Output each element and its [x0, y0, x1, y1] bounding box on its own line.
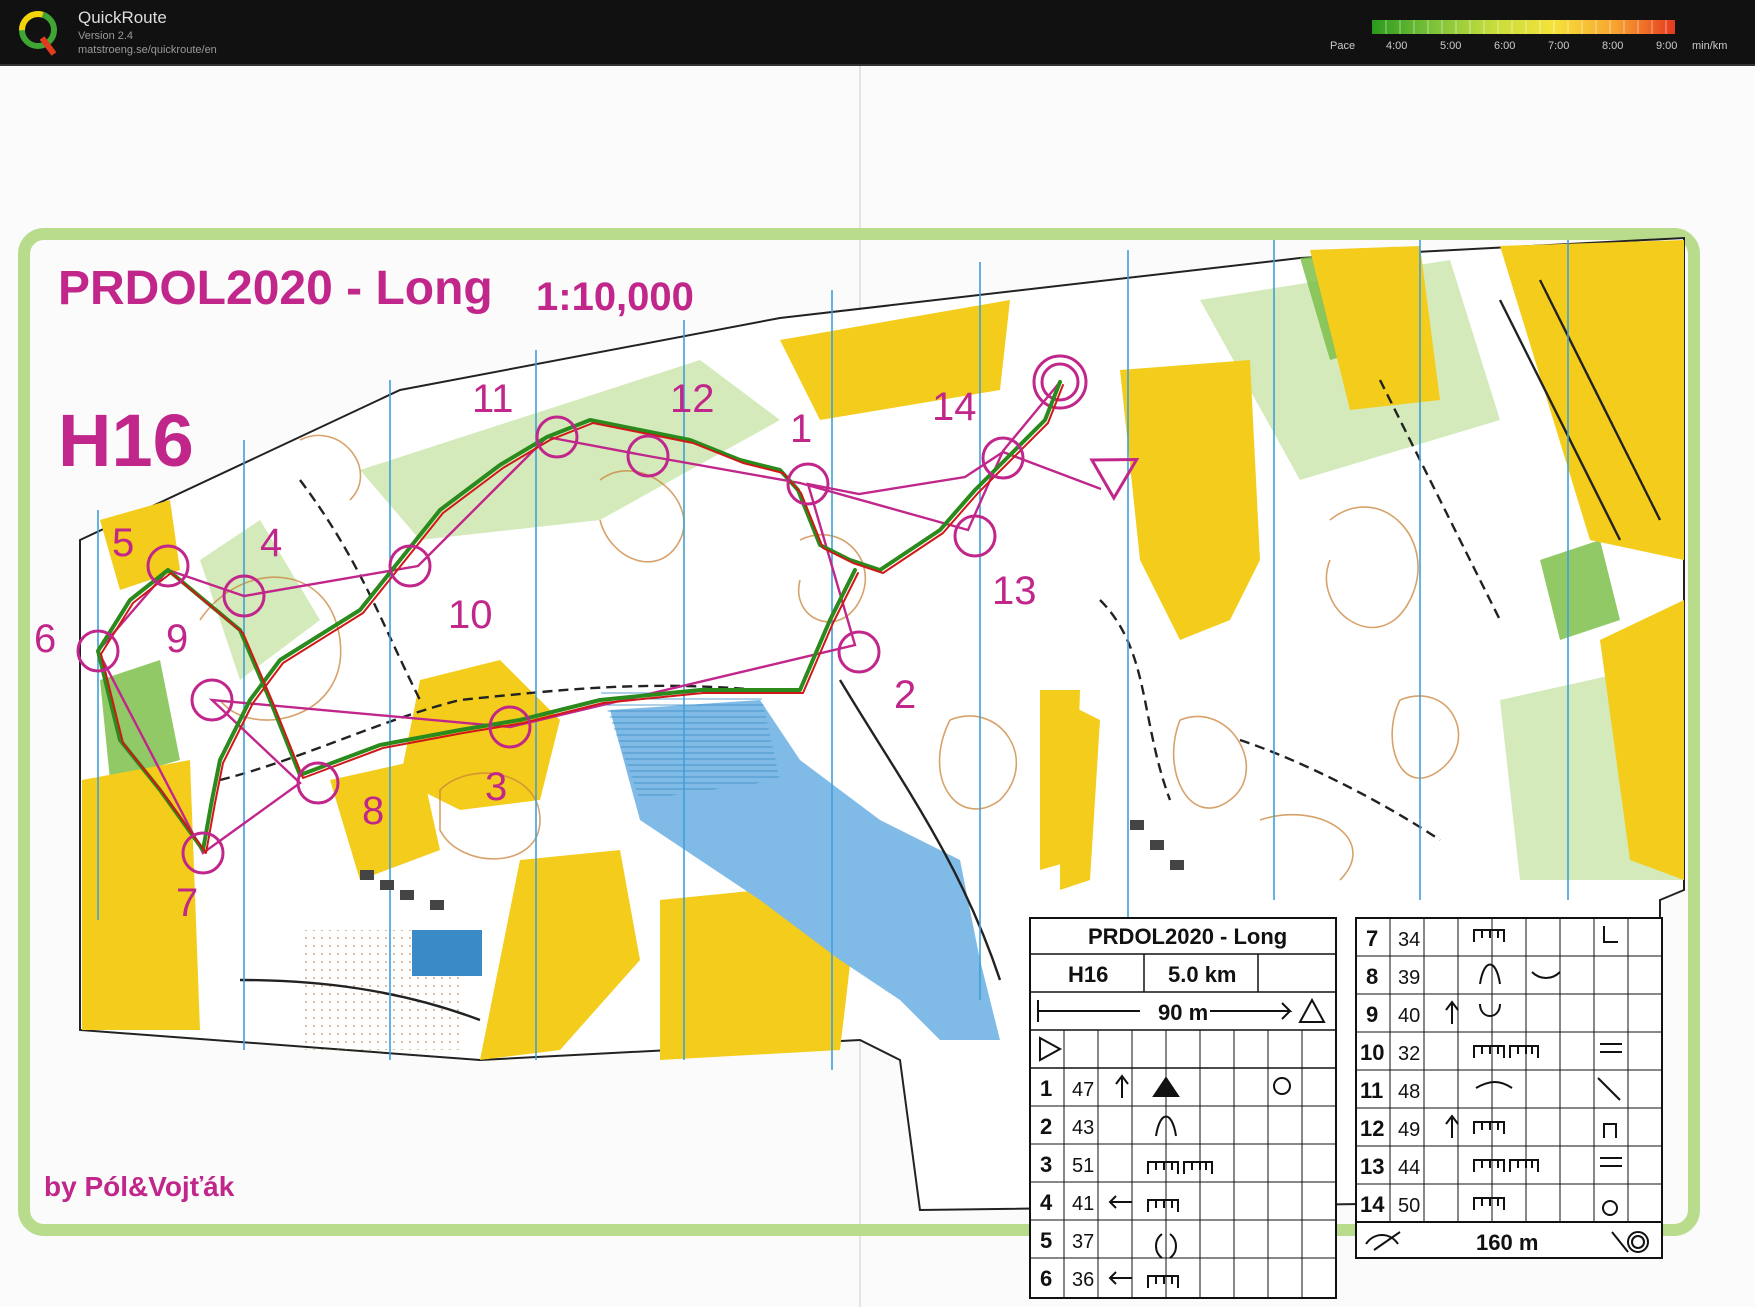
row-10-no: 10 [1360, 1040, 1384, 1065]
row-8-no: 8 [1366, 964, 1378, 989]
pace-tick-4: 8:00 [1602, 40, 1624, 52]
row-3-code: 51 [1072, 1155, 1094, 1177]
control-14-number: 14 [932, 385, 977, 429]
map-scale: 1:10,000 [536, 275, 694, 319]
row-5-code: 37 [1072, 1231, 1094, 1253]
control-9-number: 9 [166, 617, 188, 661]
control-12-number: 12 [670, 377, 715, 421]
app-header: QuickRoute Version 2.4 matstroeng.se/qui… [0, 0, 1755, 66]
control-8-number: 8 [362, 789, 384, 833]
row-13-no: 13 [1360, 1154, 1384, 1179]
map-credit: by Pól&Vojťák [44, 1171, 235, 1202]
row-1-code: 47 [1072, 1079, 1094, 1101]
row-5-no: 5 [1040, 1228, 1052, 1253]
control-4-number: 4 [260, 521, 282, 565]
app-name: QuickRoute [78, 8, 167, 27]
row-9-no: 9 [1366, 1002, 1378, 1027]
sheet-title: PRDOL2020 - Long [1088, 924, 1287, 949]
row-7-code: 34 [1398, 929, 1420, 951]
row-12-code: 49 [1398, 1119, 1420, 1141]
app-version: Version 2.4 [78, 30, 134, 42]
sheet-start-leg: 90 m [1158, 1000, 1208, 1025]
control-5-number: 5 [112, 521, 134, 565]
app-url[interactable]: matstroeng.se/quickroute/en [78, 44, 217, 56]
row-10-code: 32 [1398, 1043, 1420, 1065]
control-1-number: 1 [790, 407, 812, 451]
control-7-number: 7 [176, 881, 198, 925]
control-11-number: 11 [472, 377, 514, 421]
row-1-no: 1 [1040, 1076, 1052, 1101]
pace-gradient-bar [1372, 20, 1675, 34]
quickroute-logo-icon [19, 11, 57, 56]
row-4-code: 41 [1072, 1193, 1094, 1215]
row-2-no: 2 [1040, 1114, 1052, 1139]
row-14-code: 50 [1398, 1195, 1420, 1217]
row-14-no: 14 [1360, 1192, 1385, 1217]
row-9-code: 40 [1398, 1005, 1420, 1027]
pace-unit: min/km [1692, 40, 1728, 52]
row-11-no: 11 [1360, 1078, 1383, 1103]
control-13-number: 13 [992, 569, 1037, 613]
pace-tick-1: 5:00 [1440, 40, 1462, 52]
pace-tick-3: 7:00 [1548, 40, 1570, 52]
pace-label: Pace [1330, 40, 1356, 52]
control-3-number: 3 [485, 765, 507, 809]
control-6-number: 6 [34, 617, 56, 661]
row-8-code: 39 [1398, 967, 1420, 989]
control-2-number: 2 [894, 673, 916, 717]
sheet-length: 5.0 km [1168, 962, 1237, 987]
row-13-code: 44 [1398, 1157, 1420, 1179]
row-3-no: 3 [1040, 1152, 1052, 1177]
map-category: H16 [58, 399, 194, 482]
row-6-code: 36 [1072, 1269, 1094, 1291]
pace-tick-5: 9:00 [1656, 40, 1678, 52]
control-10-number: 10 [448, 593, 493, 637]
row-11-code: 48 [1398, 1081, 1420, 1103]
sheet-category: H16 [1068, 962, 1108, 987]
orienteering-map[interactable]: 1 2 3 4 5 6 7 8 9 10 11 12 13 14 PRDOL20… [0, 66, 1755, 1307]
row-4-no: 4 [1040, 1190, 1053, 1215]
row-12-no: 12 [1360, 1116, 1384, 1141]
sheet-finish-leg: 160 m [1476, 1230, 1538, 1255]
row-2-code: 43 [1072, 1117, 1094, 1139]
pace-tick-2: 6:00 [1494, 40, 1516, 52]
pace-tick-0: 4:00 [1386, 40, 1408, 52]
map-title: PRDOL2020 - Long [58, 262, 493, 315]
row-6-no: 6 [1040, 1266, 1052, 1291]
row-7-no: 7 [1366, 926, 1378, 951]
